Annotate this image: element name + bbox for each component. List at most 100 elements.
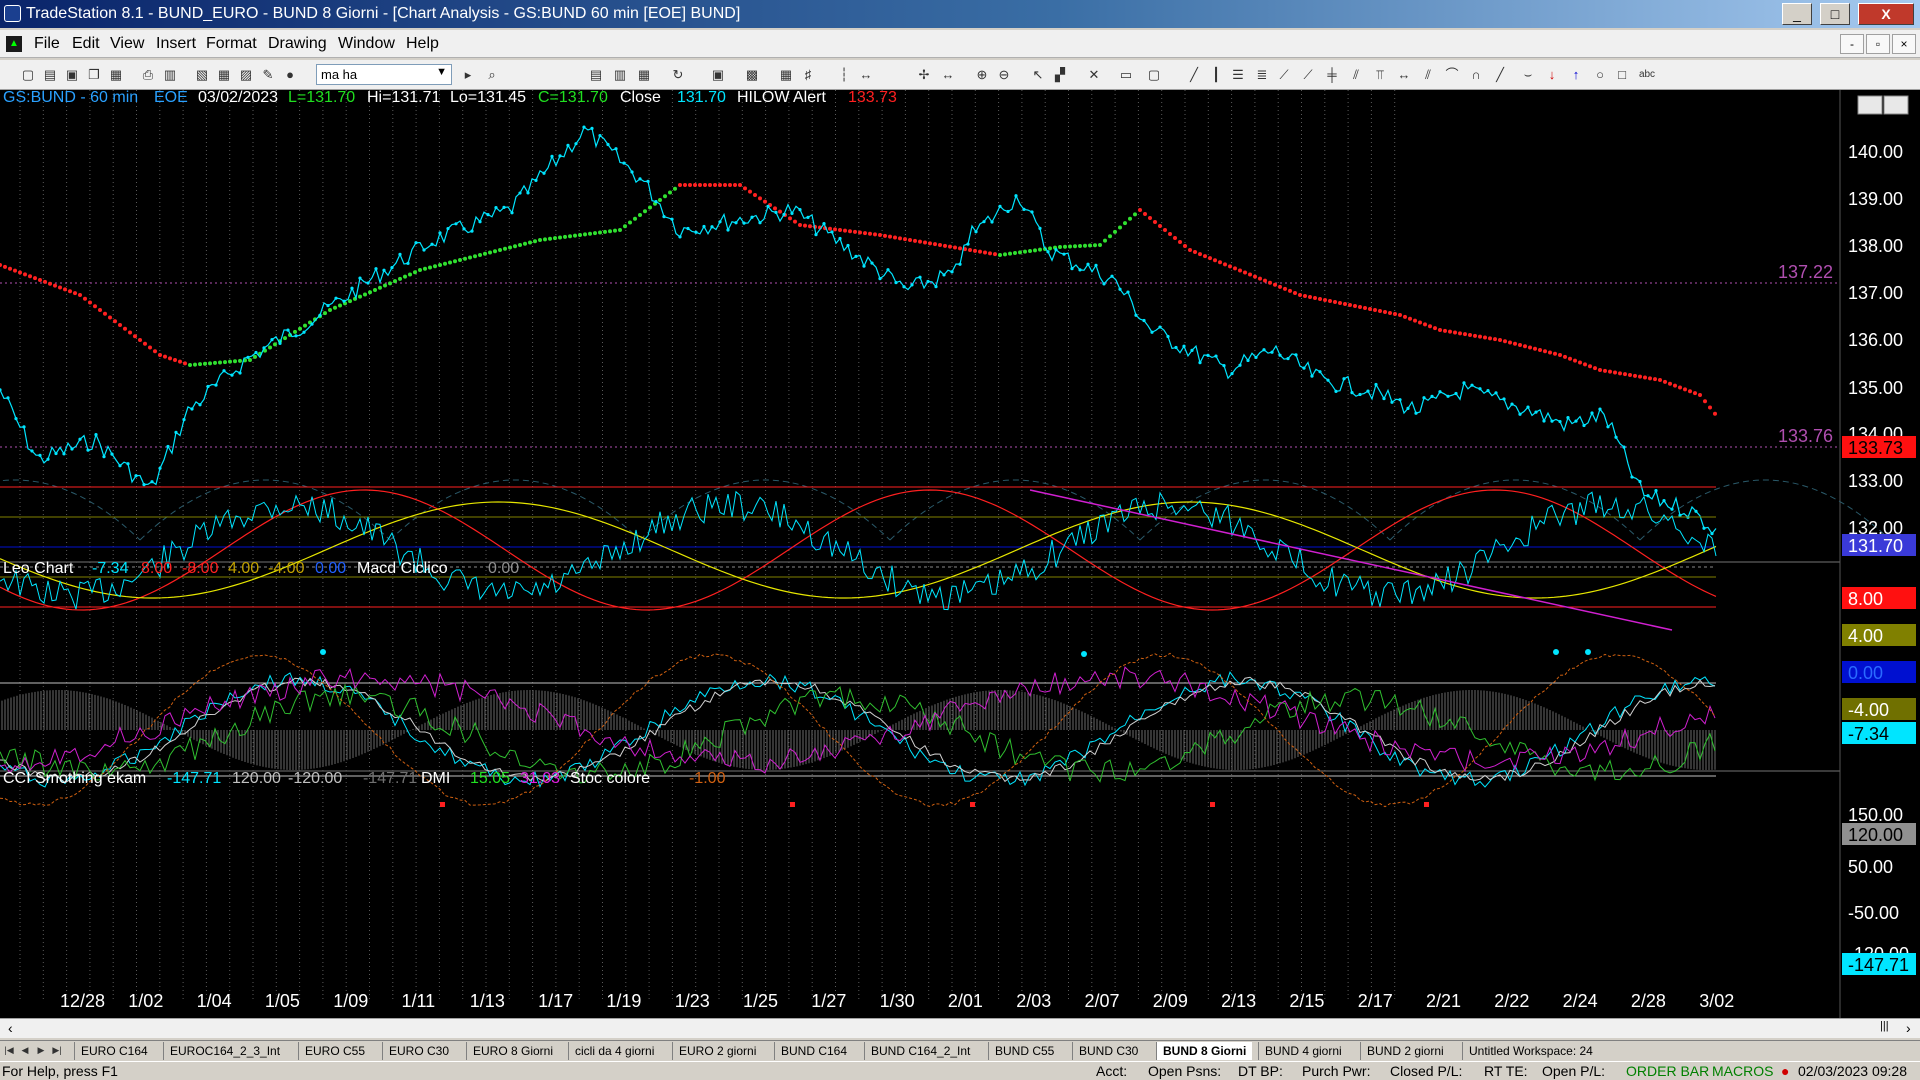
menu-view[interactable]: View (110, 35, 144, 53)
chart-restore-button[interactable] (1883, 95, 1909, 115)
tab-bund-c30[interactable]: BUND C30 (1072, 1042, 1144, 1060)
cursor-icon[interactable]: ↖ (1030, 67, 1046, 83)
menu-edit[interactable]: Edit (72, 35, 100, 53)
table-icon[interactable]: ▦ (636, 67, 652, 83)
open-icon[interactable]: ▤ (42, 67, 58, 83)
scroll-thumb[interactable]: ||| (1880, 1020, 1889, 1032)
menu-help[interactable]: Help (406, 35, 439, 53)
ma-dot (598, 230, 602, 235)
speed-line-icon[interactable]: ⟋ (1276, 67, 1292, 83)
rectangle-icon[interactable]: □ (1614, 67, 1630, 83)
export-icon[interactable]: ▭ (1118, 67, 1134, 83)
disabled-icon[interactable]: ▢ (1146, 67, 1162, 83)
tab-euro-c55[interactable]: EURO C55 (298, 1042, 371, 1060)
candles2-icon[interactable]: ↔ (858, 67, 874, 83)
mdi-minimize-button[interactable]: - (1840, 34, 1864, 54)
text-icon[interactable]: abc (1636, 67, 1658, 83)
horizontal-line-icon[interactable]: ☰ (1230, 67, 1246, 83)
gann-icon[interactable]: ⟋ (1300, 67, 1316, 83)
date-tick: 2/03 (1016, 991, 1051, 1011)
tab-euro-2-giorni[interactable]: EURO 2 giorni (672, 1042, 762, 1060)
tab-bund-c164-2-int[interactable]: BUND C164_2_Int (864, 1042, 976, 1060)
layout2-icon[interactable]: ▩ (744, 67, 760, 83)
bars-icon[interactable]: ▤ (588, 67, 604, 83)
chart-area[interactable]: 12/28 1/02 1/04 1/05 1/09 1/11 1/13 1/17 1/19 1/2… (0, 89, 1920, 1020)
arrow-up-icon[interactable]: ↑ (1568, 67, 1584, 83)
tab-untitled-workspace[interactable]: Untitled Workspace: 24 (1462, 1042, 1599, 1060)
new-icon[interactable]: ▢ (20, 67, 36, 83)
cycle-icon[interactable]: ∩ (1468, 67, 1484, 83)
tools-icon[interactable]: ✕ (1086, 67, 1102, 83)
hand-icon[interactable]: ✎ (260, 67, 276, 83)
candles-icon[interactable]: ┆ (836, 67, 852, 83)
tab-prev-button[interactable]: ◀ (18, 1043, 32, 1058)
macros-button[interactable]: MACROS (1712, 1063, 1773, 1079)
tab-euro-c30[interactable]: EURO C30 (382, 1042, 455, 1060)
mdi-restore-button[interactable]: ▫ (1866, 34, 1890, 54)
tab-euroc164-2-3-int[interactable]: EUROC164_2_3_Int (163, 1042, 286, 1060)
horizontal-scrollbar[interactable]: ‹ ||| › (0, 1018, 1920, 1038)
menu-file[interactable]: File (34, 35, 60, 53)
menu-format[interactable]: Format (206, 35, 257, 53)
order-bar-button[interactable]: ORDER BAR (1626, 1063, 1709, 1079)
tab-bund-2-giorni[interactable]: BUND 2 giorni (1360, 1042, 1450, 1060)
bars2-icon[interactable]: ▥ (612, 67, 628, 83)
channel-icon[interactable]: ⫽ (1348, 67, 1364, 83)
menu-window[interactable]: Window (338, 35, 395, 53)
chart-min-button[interactable] (1857, 95, 1883, 115)
tab-bund-4-giorni[interactable]: BUND 4 giorni (1258, 1042, 1348, 1060)
maximize-button[interactable]: □ (1820, 3, 1850, 25)
chart-svg[interactable]: 12/28 1/02 1/04 1/05 1/09 1/11 1/13 1/17 1/19 1/2… (0, 89, 1920, 1020)
format-icon[interactable]: ▞ (1052, 67, 1068, 83)
chart-icon[interactable]: ▧ (194, 67, 210, 83)
tab-first-button[interactable]: |◀ (2, 1043, 16, 1058)
menu-drawing[interactable]: Drawing (268, 35, 327, 53)
scroll-left-button[interactable]: ‹ (8, 1020, 13, 1036)
lock-icon[interactable]: ▨ (238, 67, 254, 83)
tab-last-button[interactable]: ▶| (50, 1043, 64, 1058)
print-preview-icon[interactable]: ▥ (162, 67, 178, 83)
crosshair-icon[interactable]: ✢ (916, 67, 932, 83)
tab-bund-c55[interactable]: BUND C55 (988, 1042, 1060, 1060)
close-button[interactable]: X (1858, 3, 1914, 25)
save-icon[interactable]: ▣ (64, 67, 80, 83)
tab-bund-c164[interactable]: BUND C164 (774, 1042, 853, 1060)
tab-euro-c164[interactable]: EURO C164 (74, 1042, 154, 1060)
circle-icon[interactable]: ○ (1592, 67, 1608, 83)
print-icon[interactable]: ⎙ (140, 67, 156, 83)
arrow-down-icon[interactable]: ↓ (1544, 67, 1560, 83)
ma-dot (983, 250, 987, 255)
zoom-in-icon[interactable]: ⊕ (974, 67, 990, 83)
paste-icon[interactable]: ▦ (108, 67, 124, 83)
refresh-icon[interactable]: ↻ (670, 67, 686, 83)
scroll-right-button[interactable]: › (1906, 1020, 1911, 1036)
move-icon[interactable]: ↔ (940, 67, 956, 83)
parallel-icon[interactable]: ⫽ (1420, 67, 1436, 83)
layout-icon[interactable]: ▣ (710, 67, 726, 83)
globe-icon[interactable]: ● (282, 67, 298, 83)
trendline-icon[interactable]: ╱ (1186, 67, 1202, 83)
retracement-icon[interactable]: ╪ (1324, 67, 1340, 83)
tab-cicli-da-4-giorni[interactable]: cicli da 4 giorni (568, 1042, 660, 1060)
copy-icon[interactable]: ❐ (86, 67, 102, 83)
ticker-icon[interactable]: ▦ (778, 67, 794, 83)
grid-icon[interactable]: ▦ (216, 67, 232, 83)
tab-bund-8-giorni[interactable]: BUND 8 Giorni (1156, 1042, 1253, 1060)
tab-euro-8-giorni[interactable]: EURO 8 Giorni (466, 1042, 559, 1060)
fibonacci-icon[interactable]: ≣ (1254, 67, 1270, 83)
pen-icon[interactable]: ╱ (1492, 67, 1508, 83)
ticker2-icon[interactable]: ♯ (800, 67, 816, 83)
pitchfork-icon[interactable]: ⫪ (1372, 67, 1388, 83)
study-select[interactable]: ma ha ▼ (316, 64, 452, 85)
next-icon[interactable]: ▸ (460, 67, 476, 83)
mdi-close-button[interactable]: × (1892, 34, 1916, 54)
menu-insert[interactable]: Insert (156, 35, 196, 53)
zoom-icon[interactable]: ⌕ (484, 67, 500, 83)
vertical-lines-icon[interactable]: ┃ (1208, 67, 1224, 83)
arrow-lr-icon[interactable]: ↔ (1396, 67, 1412, 83)
curve-icon[interactable]: ⌣ (1520, 67, 1536, 83)
zoom-out-icon[interactable]: ⊖ (996, 67, 1012, 83)
minimize-button[interactable]: _ (1782, 3, 1812, 25)
tab-next-button[interactable]: ▶ (34, 1043, 48, 1058)
arc-icon[interactable]: ⌒ (1444, 67, 1460, 83)
